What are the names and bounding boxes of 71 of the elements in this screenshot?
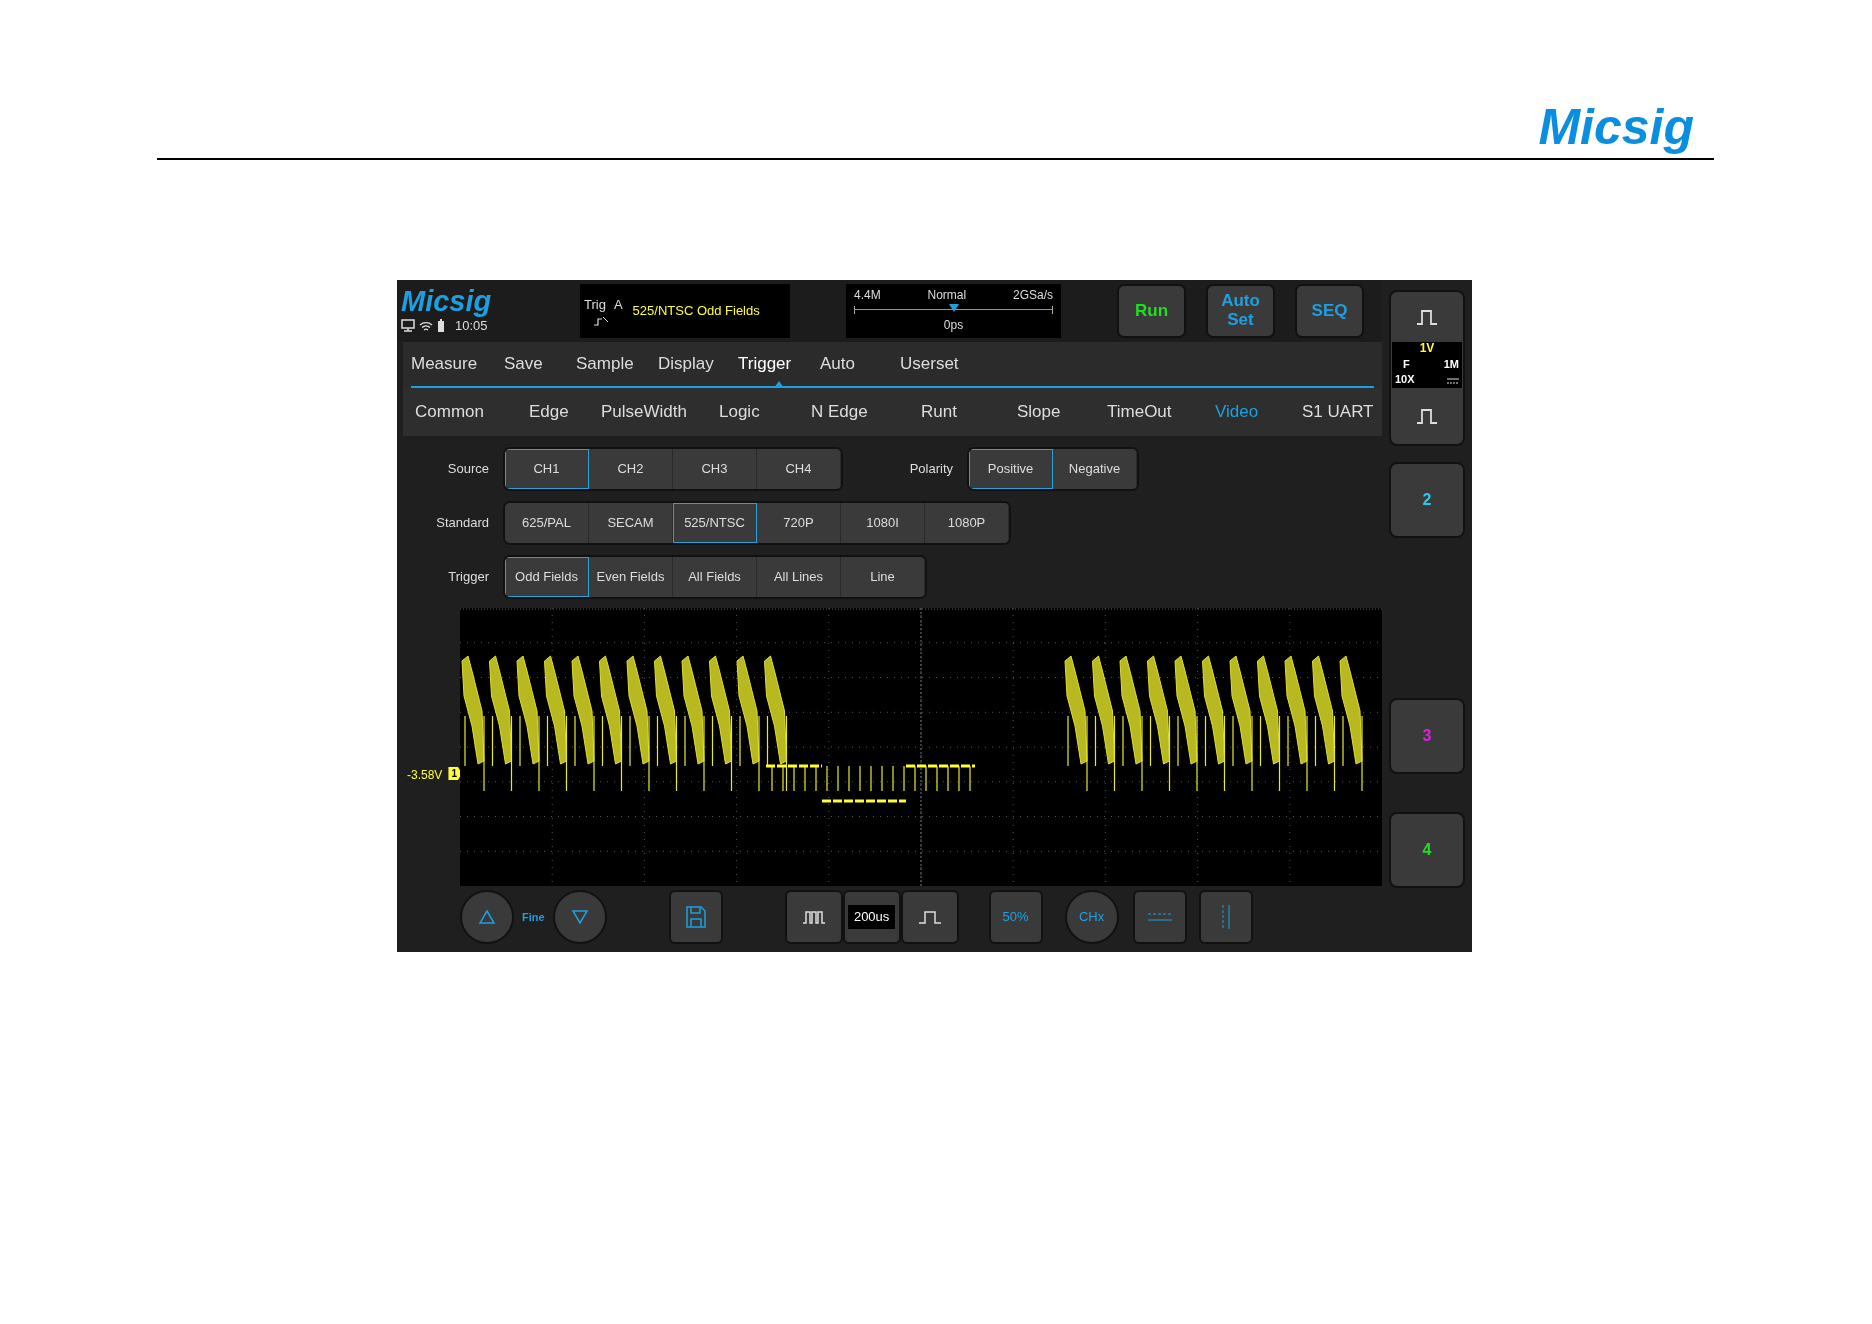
menu-tab[interactable]: Measure [411, 342, 504, 386]
trigger-type-tab[interactable]: Runt [921, 399, 1017, 425]
trigger-source: A [613, 296, 623, 315]
hardware-button[interactable]: Auto Set [1206, 284, 1275, 338]
single-pulse-icon [917, 909, 942, 925]
up-button[interactable] [460, 890, 514, 944]
brand-logo: Micsig [1538, 102, 1694, 152]
trigger-position: 0ps [943, 318, 964, 332]
trigger-type-tab[interactable]: N Edge [811, 399, 921, 425]
save-button[interactable] [668, 890, 723, 944]
trigger-type-tab[interactable]: PulseWidth [601, 399, 719, 425]
pulse-icon [1416, 407, 1438, 425]
up-triangle-icon [478, 909, 496, 925]
down-triangle-icon [570, 909, 589, 925]
option-button[interactable]: CH1 [505, 448, 589, 489]
slider-thumb[interactable] [948, 304, 959, 312]
trigger-type-tab[interactable]: TimeOut [1107, 399, 1215, 425]
horizontal-cursor-button[interactable] [1132, 890, 1187, 944]
horizontal-lines-icon [1146, 911, 1173, 923]
clock-time: 10:05 [455, 317, 488, 335]
vertical-lines-icon [1219, 904, 1232, 930]
setting-label: Polarity [908, 459, 954, 478]
option-button[interactable]: 625/PAL [505, 502, 589, 543]
menu-tab[interactable]: Save [504, 342, 576, 386]
zoom-out-button[interactable] [784, 890, 843, 944]
vertical-cursor-button[interactable] [1198, 890, 1253, 944]
channel-button[interactable]: CHx [1064, 890, 1119, 944]
menu-tab[interactable]: Display [658, 342, 738, 386]
volts-per-division: 1V [1418, 342, 1436, 357]
setting-label: Standard [435, 513, 490, 532]
hardware-button[interactable]: Run [1117, 284, 1186, 338]
menu-tab[interactable]: Userset [900, 342, 978, 386]
trigger-label: Trig [584, 296, 606, 315]
menu-tab[interactable]: Sample [576, 342, 658, 386]
coupling-label: F [1402, 358, 1411, 373]
offset-label: -3.58V [407, 767, 443, 784]
acquisition-mode: Normal [927, 287, 967, 304]
trigger-type-tab[interactable]: Slope [1017, 399, 1107, 425]
trigger-type-tab[interactable]: S1 UART [1302, 399, 1382, 425]
fifty-percent-button[interactable]: 50% [988, 890, 1043, 944]
monitor-icon [401, 319, 415, 332]
channel-button[interactable]: 4 [1389, 812, 1465, 888]
fine-label: Fine [522, 909, 545, 925]
position-slider[interactable] [854, 306, 1053, 314]
zoom-in-button[interactable] [900, 890, 959, 944]
trigger-type-tab[interactable]: Video [1215, 399, 1302, 425]
trigger-type-tab[interactable]: Logic [719, 399, 811, 425]
channel-one-panel[interactable]: 1V F 1M 10X [1389, 290, 1465, 446]
trigger-type-tab[interactable]: Common [415, 399, 529, 425]
hardware-button[interactable]: SEQ [1295, 284, 1364, 338]
option-button[interactable]: Positive [969, 448, 1053, 489]
setting-label: Source [446, 459, 490, 478]
option-button[interactable]: Odd Fields [505, 556, 589, 597]
dc-coupling-icon [1447, 377, 1459, 384]
trigger-description: 525/NTSC Odd Fields [632, 302, 760, 321]
option-button[interactable]: 525/NTSC [673, 502, 757, 543]
battery-icon [437, 318, 445, 333]
sample-rate: 2GSa/s [1012, 287, 1053, 304]
setting-label: Trigger [447, 567, 490, 586]
channel-button[interactable]: 2 [1389, 462, 1465, 538]
timebase-value: 200us [847, 905, 896, 929]
memory-depth: 4.4M [854, 287, 881, 304]
menu-tab[interactable]: Auto [820, 342, 900, 386]
save-icon [684, 905, 707, 929]
pulse-train-icon [801, 909, 826, 925]
probe-ratio: 10X [1395, 373, 1416, 388]
trigger-type-tab[interactable]: Edge [529, 399, 601, 425]
wifi-icon [419, 319, 433, 332]
pulse-icon [1416, 308, 1438, 326]
impedance-label: 1M [1442, 358, 1459, 373]
brand-logo: Micsig [401, 286, 493, 316]
